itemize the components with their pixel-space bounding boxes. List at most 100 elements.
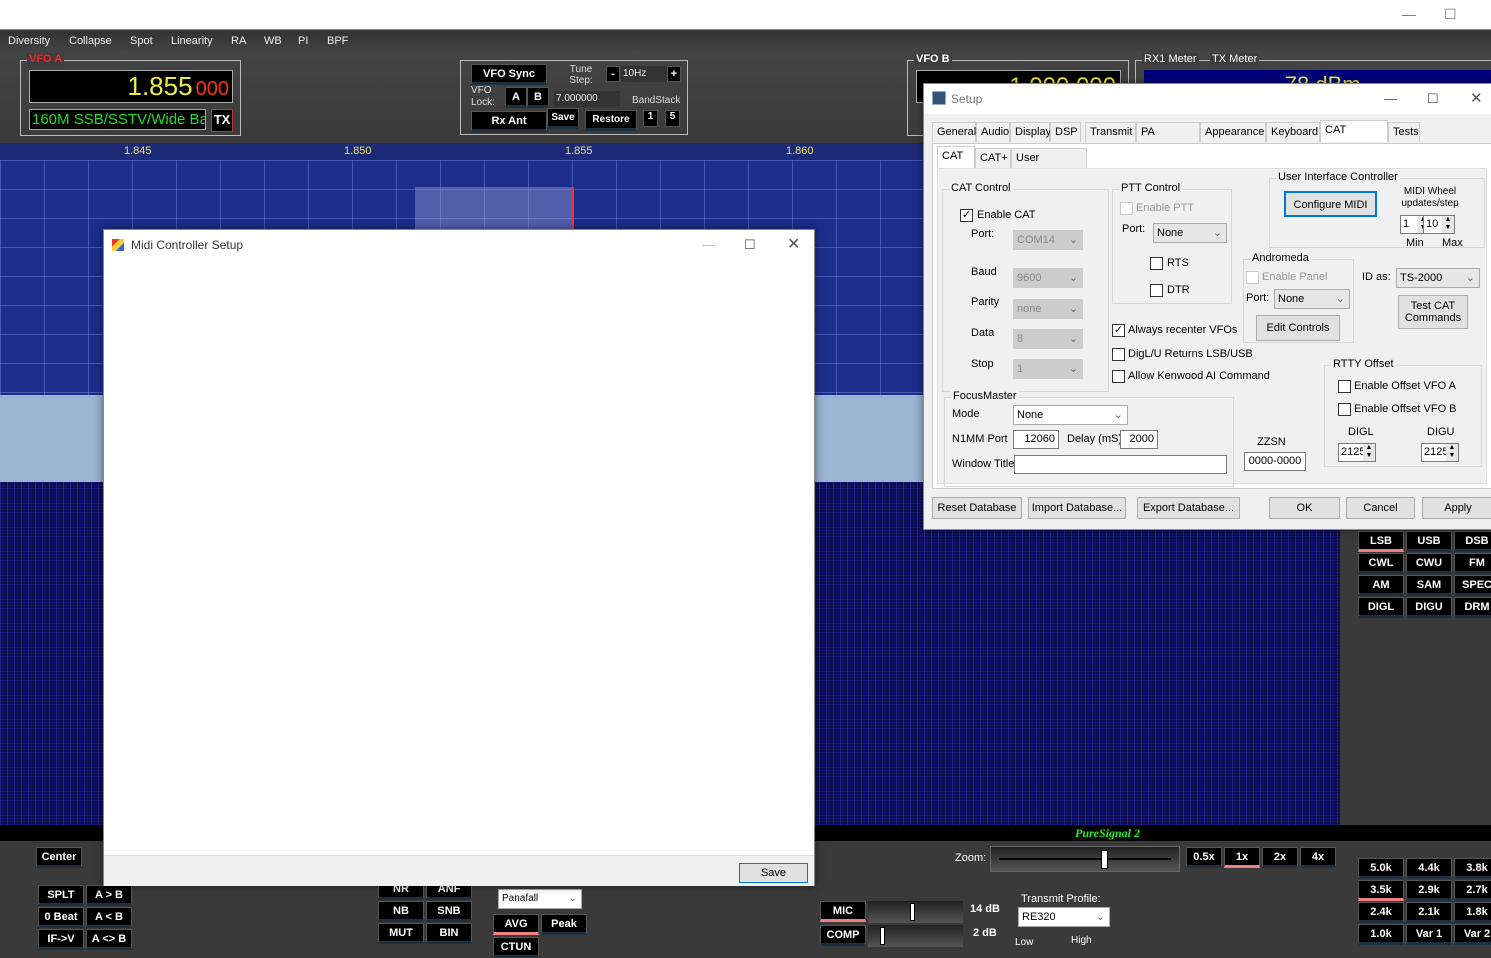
subtab-cat-[interactable]: CAT+	[975, 148, 1011, 168]
vfo-a-display[interactable]: 1.855 000	[29, 70, 233, 103]
mode-usb[interactable]: USB	[1406, 531, 1452, 552]
zoom-0-5x[interactable]: 0.5x	[1186, 847, 1222, 868]
tx-profile-select[interactable]: RE320 ⌄	[1018, 907, 1110, 927]
edit-controls-button[interactable]: Edit Controls	[1256, 315, 1340, 341]
baud-select[interactable]: 9600 ⌄	[1013, 268, 1083, 288]
avg-button[interactable]: AVG	[493, 914, 539, 935]
mode-fm[interactable]: FM	[1454, 553, 1491, 574]
filter-5-0k[interactable]: 5.0k	[1358, 858, 1404, 879]
rx1-meter-tab[interactable]: RX1 Meter	[1142, 53, 1199, 65]
data-bits-select[interactable]: 8 ⌄	[1013, 329, 1083, 349]
menu-bpf[interactable]: BPF	[327, 35, 348, 47]
vfo-lock-a[interactable]: A	[505, 87, 527, 108]
delay-input[interactable]: 2000	[1120, 430, 1158, 449]
cancel-button[interactable]: Cancel	[1346, 497, 1415, 519]
maximize-button[interactable]: ☐	[1444, 6, 1457, 23]
digu-spinner[interactable]: 2125 ▲ ▼	[1421, 443, 1459, 462]
vfo-lock-b[interactable]: B	[527, 87, 549, 108]
filter-2-4k[interactable]: 2.4k	[1358, 902, 1404, 923]
filter-3-8k[interactable]: 3.8k	[1454, 858, 1491, 879]
display-mode-select[interactable]: Panafall ⌄	[498, 889, 582, 909]
a-to-b-button[interactable]: A > B	[86, 885, 132, 906]
b-to-a-button[interactable]: A < B	[86, 907, 132, 928]
filter-1-8k[interactable]: 1.8k	[1454, 902, 1491, 923]
maximize-button[interactable]: ☐	[1427, 84, 1439, 114]
andromeda-port-select[interactable]: None ⌄	[1274, 289, 1350, 309]
comp-button[interactable]: COMP	[820, 925, 866, 946]
midi-save-button[interactable]: Save	[739, 863, 808, 883]
zzsn-input[interactable]: 0000-0000	[1244, 452, 1306, 471]
digl-spinner[interactable]: 2125 ▲ ▼	[1338, 443, 1376, 462]
nb-button[interactable]: NB	[378, 901, 424, 922]
maximize-button[interactable]: ☐	[744, 230, 756, 260]
filter-2-1k[interactable]: 2.1k	[1406, 902, 1452, 923]
tab-general[interactable]: General	[932, 122, 976, 142]
mode-dsb[interactable]: DSB	[1454, 531, 1491, 552]
zoom-4x[interactable]: 4x	[1300, 847, 1336, 868]
zoom-2x[interactable]: 2x	[1262, 847, 1298, 868]
menu-linearity[interactable]: Linearity	[171, 35, 213, 47]
tune-step-plus[interactable]: +	[667, 66, 681, 82]
close-button[interactable]: ✕	[787, 230, 800, 260]
bandstack-save[interactable]: Save	[547, 108, 579, 129]
mic-gain-slider[interactable]	[868, 901, 963, 923]
if-to-v-button[interactable]: IF->V	[38, 929, 84, 950]
test-cat-button[interactable]: Test CAT Commands	[1398, 295, 1468, 329]
mode-spec[interactable]: SPEC	[1454, 575, 1491, 596]
zoom-slider[interactable]	[990, 846, 1180, 872]
focusmaster-mode-select[interactable]: None ⌄	[1013, 405, 1128, 425]
mute-button[interactable]: MUT	[378, 923, 424, 944]
tx-button[interactable]: TX	[211, 109, 233, 132]
menu-wb[interactable]: WB	[264, 35, 282, 47]
filter-1-0k[interactable]: 1.0k	[1358, 924, 1404, 945]
mode-digl[interactable]: DIGL	[1358, 597, 1404, 618]
mode-digu[interactable]: DIGU	[1406, 597, 1452, 618]
subtab-cat[interactable]: CAT	[937, 146, 975, 168]
bandstack-1[interactable]: 1	[643, 110, 658, 127]
export-database-button[interactable]: Export Database...	[1137, 497, 1240, 519]
ctun-button[interactable]: CTUN	[493, 937, 539, 958]
mode-cwl[interactable]: CWL	[1358, 553, 1404, 574]
tune-step-minus[interactable]: -	[606, 66, 620, 82]
mode-drm[interactable]: DRM	[1454, 597, 1491, 618]
tab-transmit[interactable]: Transmit	[1085, 122, 1136, 142]
zoom-1x[interactable]: 1x	[1224, 847, 1260, 868]
split-button[interactable]: SPLT	[38, 885, 84, 906]
stop-bits-select[interactable]: 1 ⌄	[1013, 359, 1083, 379]
comp-slider[interactable]	[868, 925, 963, 947]
menu-collapse[interactable]: Collapse	[69, 35, 112, 47]
tab-display[interactable]: Display	[1010, 122, 1051, 142]
close-button[interactable]: ✕	[1470, 84, 1483, 114]
subtab-user-interface[interactable]: User Interface	[1011, 148, 1087, 183]
mode-am[interactable]: AM	[1358, 575, 1404, 596]
snb-button[interactable]: SNB	[426, 901, 472, 922]
tab-pa-settings[interactable]: PA Settings	[1136, 122, 1200, 157]
id-as-select[interactable]: TS-2000 ⌄	[1396, 268, 1480, 288]
parity-select[interactable]: none ⌄	[1013, 299, 1083, 319]
filter-4-4k[interactable]: 4.4k	[1406, 858, 1452, 879]
offset-vfo-a-checkbox[interactable]	[1338, 380, 1351, 393]
bandstack-5[interactable]: 5	[665, 110, 680, 127]
cat-port-select[interactable]: COM14 ⌄	[1013, 230, 1083, 250]
n1mm-port-input[interactable]: 12060	[1013, 430, 1059, 449]
menu-diversity[interactable]: Diversity	[8, 35, 50, 47]
offset-vfo-b-checkbox[interactable]	[1338, 403, 1351, 416]
bandstack-restore[interactable]: Restore	[585, 110, 637, 131]
tab-audio[interactable]: Audio	[976, 122, 1010, 142]
bin-button[interactable]: BIN	[426, 923, 472, 944]
rts-checkbox[interactable]	[1150, 257, 1163, 270]
menu-spot[interactable]: Spot	[130, 35, 153, 47]
max-spinner[interactable]: 10 ▲ ▼	[1423, 215, 1455, 234]
menu-pi[interactable]: PI	[298, 35, 308, 47]
filter-2-9k[interactable]: 2.9k	[1406, 880, 1452, 901]
configure-midi-button[interactable]: Configure MIDI	[1284, 191, 1377, 217]
allow-kenwood-checkbox[interactable]	[1112, 370, 1125, 383]
minimize-button[interactable]: —	[1402, 6, 1416, 22]
filter-var-2[interactable]: Var 2	[1454, 924, 1491, 945]
vfo-sync-button[interactable]: VFO Sync	[471, 64, 547, 85]
tx-meter-tab[interactable]: TX Meter	[1210, 53, 1260, 65]
bandstack-freq[interactable]: 7.000000	[554, 91, 620, 107]
always-recenter-checkbox[interactable]: ✓	[1112, 324, 1125, 337]
window-title-input[interactable]	[1014, 455, 1227, 474]
import-database-button[interactable]: Import Database...	[1028, 497, 1126, 519]
